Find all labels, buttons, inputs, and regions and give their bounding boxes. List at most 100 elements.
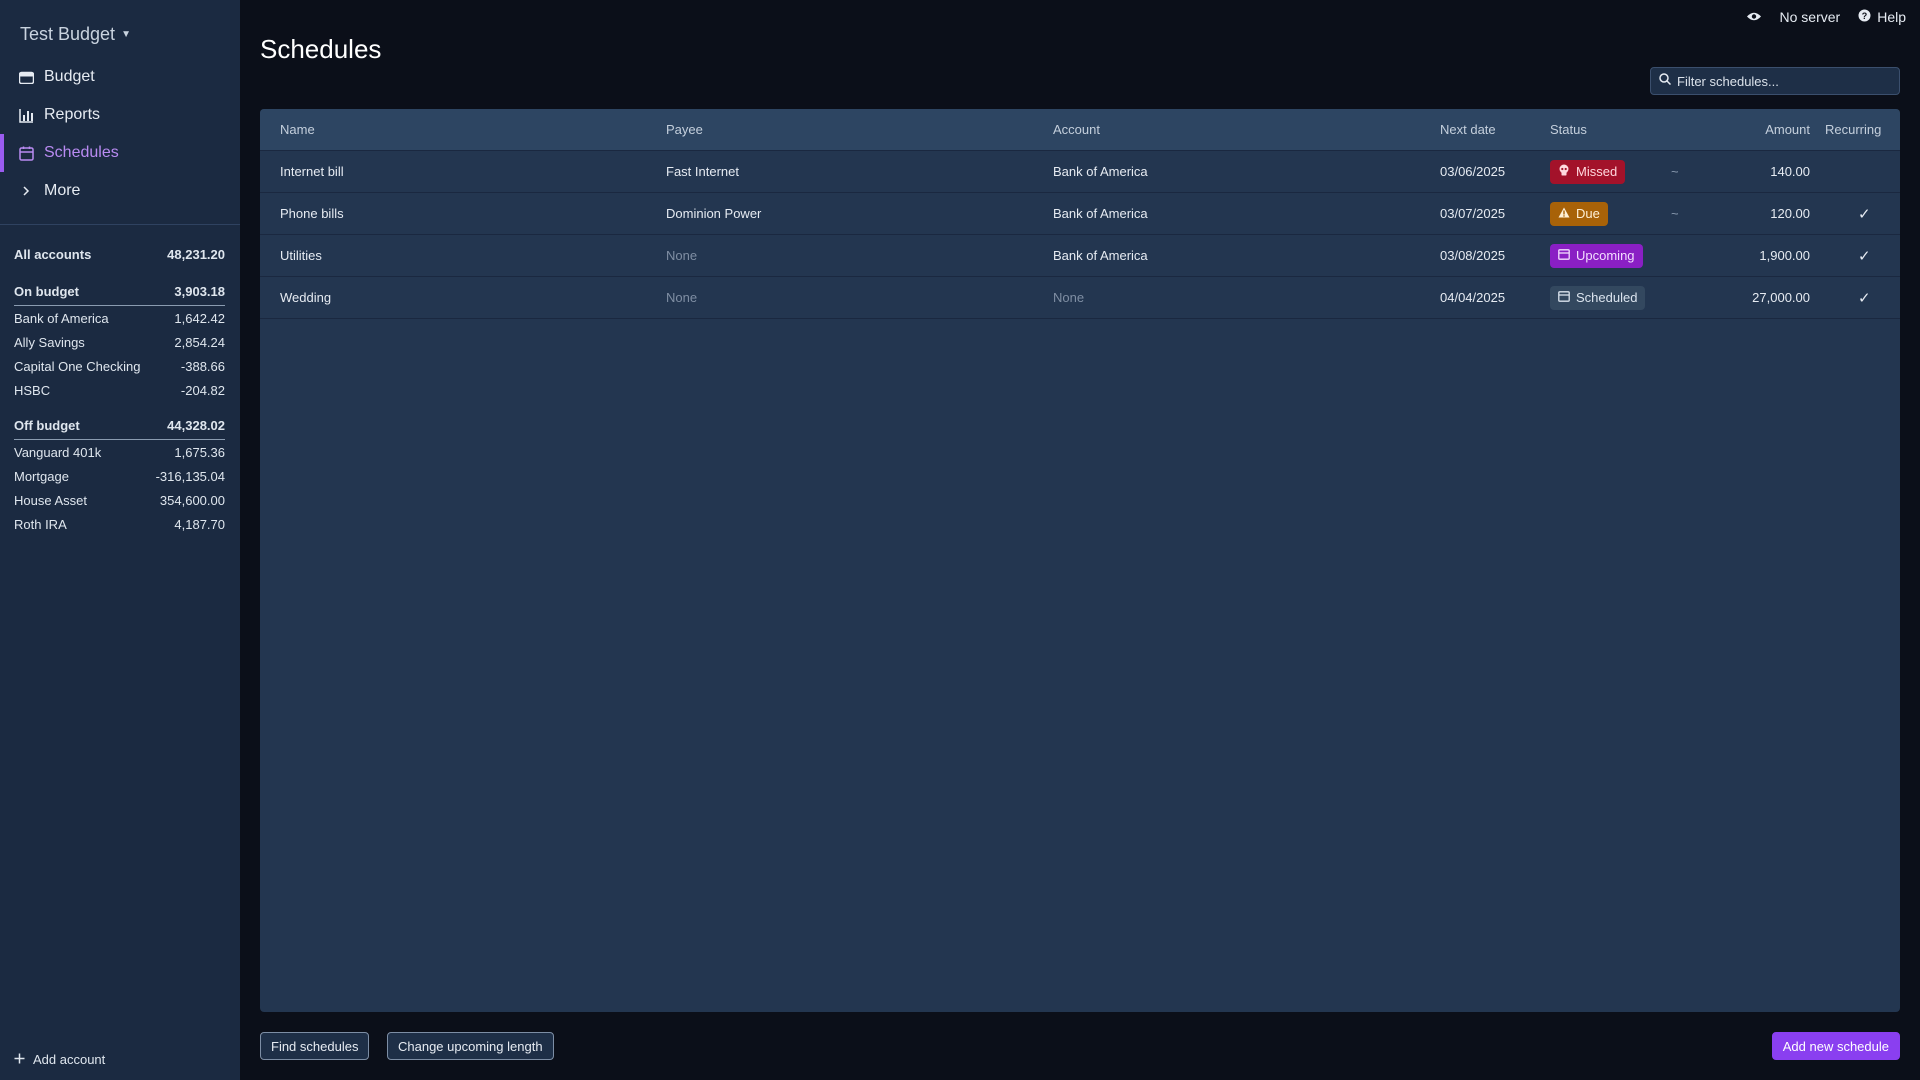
budget-switcher[interactable]: Test Budget ▼ [20, 24, 131, 45]
schedule-amount: 140.00 [1770, 164, 1810, 179]
schedule-name: Phone bills [280, 206, 344, 221]
schedule-name: Internet bill [280, 164, 344, 179]
calendar-icon [1558, 290, 1570, 305]
wallet-icon [18, 69, 34, 85]
row-menu-button[interactable]: ··· [1858, 163, 1877, 181]
account-row[interactable]: Vanguard 401k 1,675.36 [14, 440, 225, 464]
account-balance: -388.66 [180, 358, 225, 374]
chevron-right-icon [18, 183, 34, 199]
header-name[interactable]: Name [280, 122, 315, 137]
status-badge: Upcoming [1550, 243, 1643, 268]
account-name: House Asset [14, 492, 87, 508]
header-recurring[interactable]: Recurring [1825, 122, 1881, 137]
schedule-payee: None [666, 248, 698, 263]
budget-name: Test Budget [20, 24, 116, 44]
account-balance: 1,675.36 [174, 444, 225, 460]
schedule-amount: 27,000.00 [1752, 290, 1810, 305]
status-badge: Due [1550, 201, 1608, 226]
header-status[interactable]: Status [1550, 122, 1587, 137]
server-status[interactable]: No server [1780, 9, 1841, 25]
schedule-payee: Dominion Power [666, 206, 762, 221]
filter-input[interactable] [1677, 73, 1897, 89]
schedule-next-date: 03/07/2025 [1440, 206, 1506, 221]
skull-icon [1558, 164, 1570, 179]
account-name: HSBC [14, 382, 51, 398]
row-menu-button[interactable]: ··· [1858, 289, 1877, 307]
eye-icon [1746, 9, 1762, 25]
add-account-button[interactable]: Add account [14, 1052, 105, 1067]
sidebar-divider [0, 224, 240, 225]
account-row[interactable]: Capital One Checking -388.66 [14, 354, 225, 378]
help-label: Help [1877, 9, 1906, 25]
header-amount[interactable]: Amount [1710, 122, 1810, 137]
schedule-amount: 1,900.00 [1759, 248, 1810, 263]
nav-item-more[interactable]: More [0, 172, 240, 210]
account-balance: 2,854.24 [174, 334, 225, 350]
schedule-name: Utilities [280, 248, 322, 263]
table-row[interactable]: Wedding None None 04/04/2025 Scheduled 2… [260, 277, 1900, 319]
search-icon [1659, 72, 1672, 90]
row-menu-button[interactable]: ··· [1858, 247, 1877, 265]
status-label: Due [1576, 206, 1600, 221]
schedule-payee: Fast Internet [666, 164, 739, 179]
warning-icon [1558, 206, 1570, 221]
account-row[interactable]: House Asset 354,600.00 [14, 488, 225, 512]
account-row[interactable]: Mortgage -316,135.04 [14, 464, 225, 488]
account-group-off-budget[interactable]: Off budget 44,328.02 [14, 412, 225, 440]
nav-item-label: Reports [44, 106, 101, 123]
nav-item-budget[interactable]: Budget [0, 58, 240, 96]
schedule-next-date: 03/06/2025 [1440, 164, 1506, 179]
nav-item-schedules[interactable]: Schedules [0, 134, 240, 172]
account-balance: 4,187.70 [174, 516, 225, 532]
help-button[interactable]: ? Help [1858, 9, 1906, 25]
table-row[interactable]: Utilities None Bank of America 03/08/202… [260, 235, 1900, 277]
change-upcoming-length-button[interactable]: Change upcoming length [387, 1032, 554, 1060]
status-label: Missed [1576, 164, 1618, 179]
schedule-amount: 120.00 [1770, 206, 1810, 221]
schedule-next-date: 03/08/2025 [1440, 248, 1506, 263]
status-label: Upcoming [1576, 248, 1635, 263]
account-row[interactable]: Roth IRA 4,187.70 [14, 512, 225, 536]
status-badge: Missed [1550, 159, 1626, 184]
account-group-all[interactable]: All accounts 48,231.20 [14, 240, 225, 268]
account-list: All accounts 48,231.20 On budget 3,903.1… [14, 240, 225, 536]
account-balance: 1,642.42 [174, 310, 225, 326]
header-next-date[interactable]: Next date [1440, 122, 1496, 137]
account-balance: 44,328.02 [167, 418, 225, 433]
account-name: All accounts [14, 246, 92, 262]
plus-icon [14, 1052, 25, 1067]
account-name: Bank of America [14, 310, 109, 326]
table-header: Name Payee Account Next date Status Amou… [260, 109, 1900, 151]
nav-item-reports[interactable]: Reports [0, 96, 240, 134]
add-new-schedule-button[interactable]: Add new schedule [1771, 1032, 1900, 1060]
schedule-account: None [1053, 290, 1085, 305]
page-title: Schedules [260, 34, 382, 64]
filter-box[interactable] [1650, 67, 1900, 95]
account-balance: 3,903.18 [174, 284, 225, 299]
account-row[interactable]: Bank of America 1,642.42 [14, 306, 225, 330]
bar-chart-icon [18, 107, 34, 123]
approx-marker: ~ [1671, 206, 1679, 221]
schedule-account: Bank of America [1053, 206, 1148, 221]
schedule-account: Bank of America [1053, 248, 1148, 263]
account-name: Capital One Checking [14, 358, 141, 374]
account-group-on-budget[interactable]: On budget 3,903.18 [14, 278, 225, 306]
schedule-account: Bank of America [1053, 164, 1148, 179]
calendar-icon [18, 145, 34, 161]
account-name: Roth IRA [14, 516, 67, 532]
row-menu-button[interactable]: ··· [1858, 205, 1877, 223]
table-row[interactable]: Internet bill Fast Internet Bank of Amer… [260, 151, 1900, 193]
table-row[interactable]: Phone bills Dominion Power Bank of Ameri… [260, 193, 1900, 235]
header-payee[interactable]: Payee [666, 122, 703, 137]
account-name: Ally Savings [14, 334, 85, 350]
account-balance: -204.82 [180, 382, 225, 398]
nav-item-label: Budget [44, 68, 95, 85]
nav-item-label: Schedules [44, 144, 119, 161]
account-row[interactable]: HSBC -204.82 [14, 378, 225, 402]
find-schedules-button[interactable]: Find schedules [260, 1032, 370, 1060]
privacy-toggle[interactable] [1746, 9, 1762, 25]
header-account[interactable]: Account [1053, 122, 1100, 137]
svg-text:?: ? [1862, 11, 1868, 21]
status-badge: Scheduled [1550, 285, 1646, 310]
account-row[interactable]: Ally Savings 2,854.24 [14, 330, 225, 354]
